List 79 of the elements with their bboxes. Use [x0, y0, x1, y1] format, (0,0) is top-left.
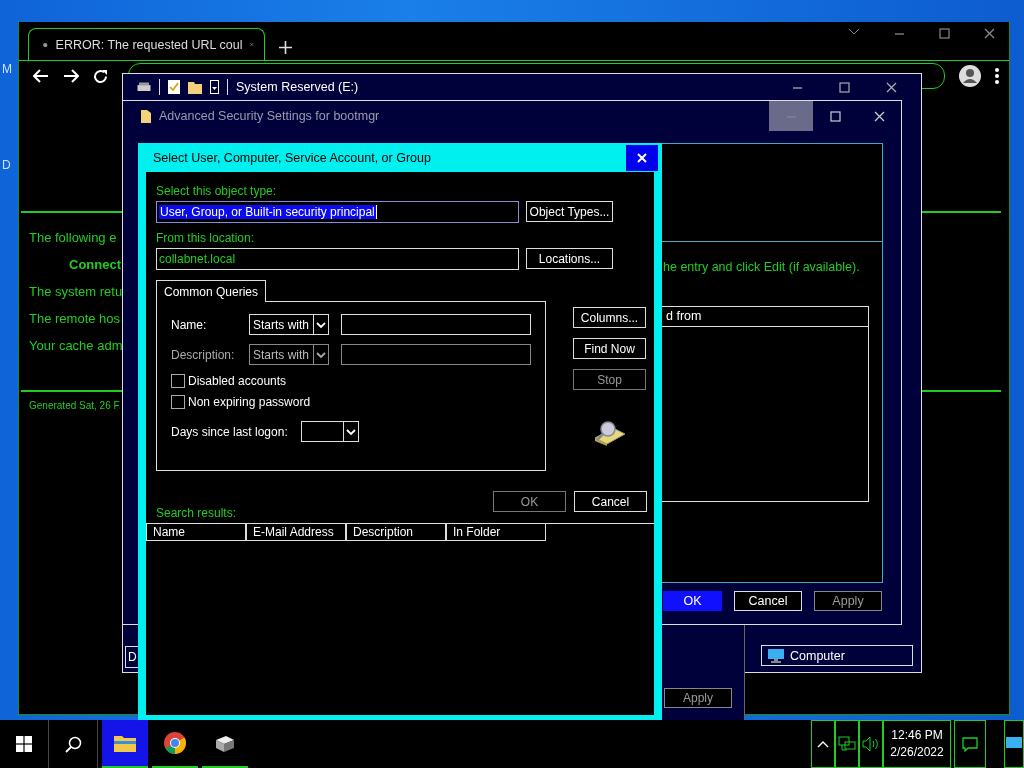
speech-bubble-icon[interactable]: [962, 736, 978, 752]
page-text: The following e: [29, 229, 117, 246]
dropdown-icon[interactable]: [210, 80, 219, 94]
desktop-icon-label[interactable]: M: [2, 62, 12, 76]
windows-icon[interactable]: [16, 736, 32, 752]
field-label: Days since last logon:: [171, 424, 288, 439]
search-drawing: [593, 420, 627, 446]
page-text: The remote hos: [29, 310, 121, 327]
find-button[interactable]: Find Now: [573, 338, 646, 359]
desktop-icon-label[interactable]: D: [2, 158, 11, 172]
tray-button[interactable]: [811, 720, 835, 768]
field-label: Search results:: [156, 506, 238, 520]
reload-icon[interactable]: [93, 68, 108, 84]
tray-button[interactable]: [859, 720, 883, 768]
checkbox[interactable]: [171, 374, 185, 388]
apply-button[interactable]: Apply: [664, 688, 732, 708]
maximize-icon[interactable]: [839, 82, 850, 93]
notification-button[interactable]: [954, 720, 986, 768]
column-header[interactable]: Description: [346, 524, 446, 541]
location-field[interactable]: collabnet.local: [156, 248, 519, 270]
instruction-text: he entry and click Edit (if available).: [663, 260, 860, 274]
chevron-icon[interactable]: [848, 28, 860, 36]
object-type-field[interactable]: User, Group, or Built-in security principal: [156, 201, 519, 223]
footer-text: Generated Sat, 26 F: [29, 400, 120, 411]
page-text: The system retu: [29, 283, 123, 300]
column-header[interactable]: In Folder: [446, 524, 546, 541]
window-title: Advanced Security Settings for bootmgr: [159, 109, 380, 123]
browser-tab[interactable]: ERROR: The requested URL coul: [28, 28, 265, 60]
dialog-title: Select User, Computer, Service Account, or Group: [153, 150, 431, 165]
chrome-icon: [164, 732, 186, 754]
columns-button[interactable]: Columns...: [573, 307, 646, 328]
clock[interactable]: 12:46 PM 2/26/2022: [883, 720, 951, 768]
show-desktop-button[interactable]: [1004, 720, 1024, 768]
network-icon[interactable]: [838, 736, 856, 752]
page-heading: Connect: [68, 256, 121, 273]
new-tab-icon[interactable]: [279, 41, 292, 54]
time-text: 12:46 PM: [891, 727, 943, 744]
object-types-button[interactable]: Object Types...: [526, 201, 613, 222]
dropdown[interactable]: Starts with: [249, 314, 329, 335]
field-label: Name:: [171, 317, 208, 332]
window-title: System Reserved (E:): [236, 80, 359, 94]
back-icon[interactable]: [33, 69, 49, 83]
status-item[interactable]: Computer: [761, 645, 913, 666]
dropdown[interactable]: [300, 421, 359, 442]
drive-icon: [137, 82, 151, 92]
field-label: From this location:: [156, 231, 256, 245]
checkbox-label: Disabled accounts: [188, 374, 287, 388]
close-icon[interactable]: [873, 110, 885, 122]
locations-button[interactable]: Locations...: [526, 248, 613, 269]
date-text: 2/26/2022: [890, 744, 944, 761]
field-label: Select this object type:: [156, 184, 278, 198]
ok-button[interactable]: OK: [663, 591, 722, 611]
cancel-button[interactable]: Cancel: [574, 491, 647, 512]
apply-button[interactable]: Apply: [814, 591, 882, 611]
column-header[interactable]: E-Mail Address: [246, 524, 346, 541]
chevron-icon[interactable]: [313, 344, 328, 365]
maximize-icon[interactable]: [939, 28, 950, 39]
close-icon[interactable]: [886, 82, 897, 93]
close-icon[interactable]: [984, 28, 995, 39]
close-button[interactable]: [626, 144, 658, 171]
text-field[interactable]: [341, 344, 531, 365]
column-header[interactable]: Name: [146, 524, 246, 541]
search-icon[interactable]: [64, 735, 82, 753]
cancel-button[interactable]: Cancel: [734, 591, 802, 611]
menu-icon[interactable]: [995, 68, 999, 84]
speaker-icon[interactable]: [862, 736, 880, 752]
forward-icon[interactable]: [63, 69, 79, 83]
tray-button[interactable]: [835, 720, 859, 768]
page-text: Your cache adm: [29, 337, 123, 354]
field-label: Description:: [171, 347, 236, 362]
monitor-icon[interactable]: [1006, 737, 1022, 751]
tab[interactable]: Common Queries: [156, 280, 267, 302]
app-icon: [214, 734, 236, 752]
checkbox-label: Non expiring password: [188, 395, 311, 409]
monitor-icon: [768, 648, 784, 663]
maximize-icon[interactable]: [829, 110, 841, 122]
checkbox[interactable]: [171, 395, 185, 409]
avatar-icon[interactable]: [959, 65, 981, 87]
chevron-up-icon[interactable]: [817, 740, 829, 748]
